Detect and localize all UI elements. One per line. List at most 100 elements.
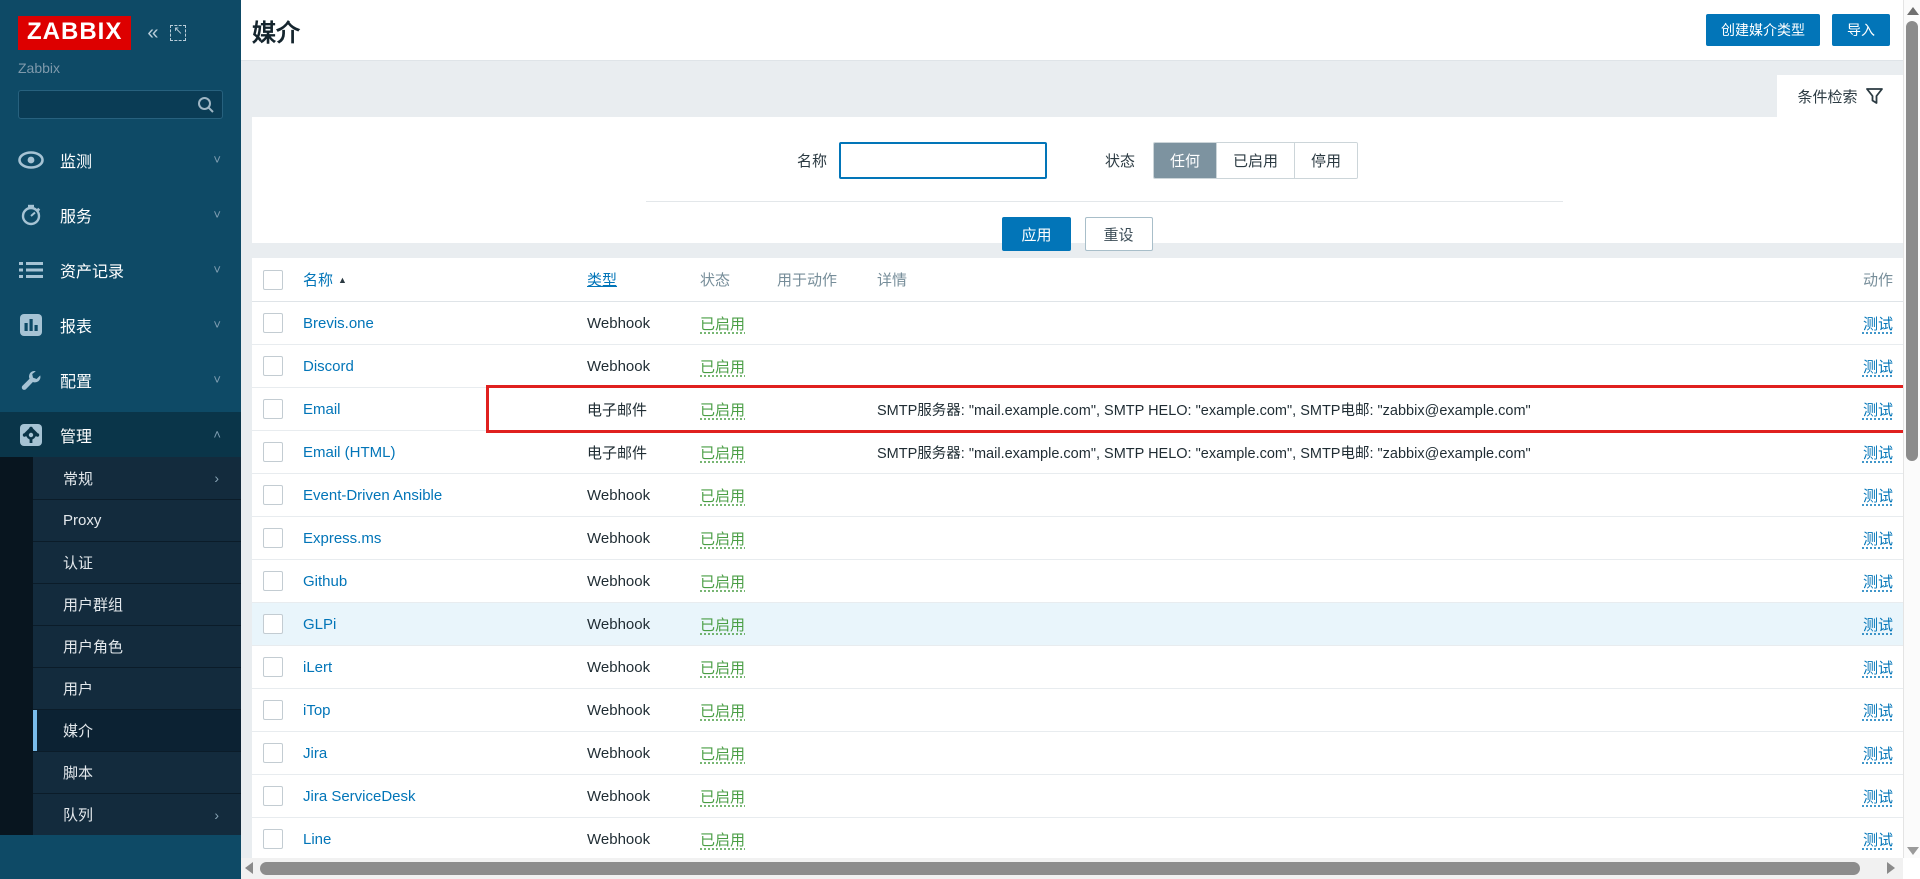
test-action-link[interactable]: 测试 — [1863, 574, 1893, 591]
sidebar-item-user-roles[interactable]: 用户角色 — [33, 625, 241, 667]
column-header-type[interactable]: 类型 — [587, 272, 617, 289]
row-checkbox[interactable] — [263, 700, 283, 720]
submenu-label: 常规 — [63, 468, 93, 489]
test-action-link[interactable]: 测试 — [1863, 746, 1893, 763]
select-all-checkbox[interactable] — [263, 270, 283, 290]
row-checkbox[interactable] — [263, 786, 283, 806]
media-type-name-link[interactable]: Jira — [303, 745, 327, 762]
status-enabled-link[interactable]: 已启用 — [700, 488, 745, 505]
sidebar-item-users[interactable]: 用户 — [33, 667, 241, 709]
vertical-scrollbar[interactable] — [1903, 0, 1920, 879]
test-action-link[interactable]: 测试 — [1863, 531, 1893, 548]
horizontal-scrollbar[interactable] — [241, 858, 1903, 879]
test-action-link[interactable]: 测试 — [1863, 703, 1893, 720]
sidebar-item-reports[interactable]: 报表 ˅ — [0, 302, 241, 347]
scroll-down-icon[interactable] — [1907, 847, 1919, 855]
test-action-link[interactable]: 测试 — [1863, 488, 1893, 505]
scroll-up-icon[interactable] — [1907, 7, 1919, 15]
horizontal-scroll-thumb[interactable] — [260, 862, 1860, 875]
status-enabled-link[interactable]: 已启用 — [700, 402, 745, 419]
row-checkbox[interactable] — [263, 829, 283, 849]
status-enabled-link[interactable]: 已启用 — [700, 660, 745, 677]
row-checkbox[interactable] — [263, 313, 283, 333]
reset-button[interactable]: 重设 — [1085, 217, 1153, 251]
vertical-scroll-thumb[interactable] — [1906, 21, 1918, 461]
test-action-link[interactable]: 测试 — [1863, 445, 1893, 462]
zabbix-logo[interactable]: ZABBIX — [18, 16, 131, 50]
row-checkbox[interactable] — [263, 614, 283, 634]
sidebar-item-label: 服务 — [60, 203, 92, 227]
sidebar-search[interactable] — [18, 90, 223, 119]
sidebar-item-configuration[interactable]: 配置 ˅ — [0, 357, 241, 402]
status-enabled-link[interactable]: 已启用 — [700, 789, 745, 806]
sidebar-item-queue[interactable]: 队列 › — [33, 793, 241, 835]
collapse-sidebar-icon[interactable]: « — [147, 23, 158, 43]
expand-window-icon[interactable] — [170, 25, 186, 41]
create-media-type-button[interactable]: 创建媒介类型 — [1706, 14, 1820, 46]
test-action-link[interactable]: 测试 — [1863, 316, 1893, 333]
sidebar-item-scripts[interactable]: 脚本 — [33, 751, 241, 793]
status-enabled-link[interactable]: 已启用 — [700, 832, 745, 849]
media-type-name-link[interactable]: Brevis.one — [303, 315, 374, 332]
media-type-name-link[interactable]: Email — [303, 401, 341, 418]
media-type-name-link[interactable]: Discord — [303, 358, 354, 375]
sidebar-item-proxy[interactable]: Proxy — [33, 499, 241, 541]
row-checkbox[interactable] — [263, 399, 283, 419]
filter-tab[interactable]: 条件检索 — [1777, 75, 1903, 118]
row-checkbox[interactable] — [263, 442, 283, 462]
wrench-icon — [18, 369, 44, 391]
media-type-name-link[interactable]: Github — [303, 573, 347, 590]
status-enabled-link[interactable]: 已启用 — [700, 445, 745, 462]
search-input[interactable] — [19, 91, 222, 118]
status-option-any[interactable]: 任何 — [1154, 143, 1216, 178]
media-type-name-link[interactable]: iLert — [303, 659, 332, 676]
media-type-name-link[interactable]: Event-Driven Ansible — [303, 487, 442, 504]
sidebar-item-inventory[interactable]: 资产记录 ˅ — [0, 247, 241, 292]
row-checkbox[interactable] — [263, 571, 283, 591]
sidebar-item-authentication[interactable]: 认证 — [33, 541, 241, 583]
name-filter-input[interactable] — [839, 142, 1047, 179]
sidebar-item-user-groups[interactable]: 用户群组 — [33, 583, 241, 625]
row-checkbox[interactable] — [263, 485, 283, 505]
table-row: Jira ServiceDesk Webhook 已启用 测试 — [252, 775, 1903, 818]
media-type-name-link[interactable]: iTop — [303, 702, 331, 719]
test-action-link[interactable]: 测试 — [1863, 402, 1893, 419]
media-type-name-link[interactable]: GLPi — [303, 616, 336, 633]
media-type-name-link[interactable]: Express.ms — [303, 530, 381, 547]
status-enabled-link[interactable]: 已启用 — [700, 359, 745, 376]
column-header-name[interactable]: 名称 — [303, 272, 333, 289]
row-checkbox[interactable] — [263, 356, 283, 376]
search-icon[interactable] — [197, 96, 215, 114]
sidebar-item-general[interactable]: 常规 › — [33, 457, 241, 499]
import-button[interactable]: 导入 — [1832, 14, 1890, 46]
status-enabled-link[interactable]: 已启用 — [700, 574, 745, 591]
sidebar-item-monitoring[interactable]: 监测 ˅ — [0, 137, 241, 182]
test-action-link[interactable]: 测试 — [1863, 660, 1893, 677]
status-enabled-link[interactable]: 已启用 — [700, 617, 745, 634]
status-enabled-link[interactable]: 已启用 — [700, 746, 745, 763]
sidebar-item-administration[interactable]: 管理 ˄ — [0, 412, 241, 457]
test-action-link[interactable]: 测试 — [1863, 359, 1893, 376]
sidebar-item-services[interactable]: 服务 ˅ — [0, 192, 241, 237]
status-enabled-link[interactable]: 已启用 — [700, 703, 745, 720]
status-enabled-link[interactable]: 已启用 — [700, 531, 745, 548]
test-action-link[interactable]: 测试 — [1863, 789, 1893, 806]
chevron-down-icon: ˅ — [213, 152, 221, 167]
main-nav: 监测 ˅ 服务 ˅ 资产记录 ˅ 报表 ˅ — [0, 137, 241, 835]
sidebar-item-media-types[interactable]: 媒介 — [33, 709, 241, 751]
apply-button[interactable]: 应用 — [1002, 217, 1070, 251]
scroll-left-icon[interactable] — [245, 862, 253, 874]
media-type-name-link[interactable]: Email (HTML) — [303, 444, 396, 461]
scroll-right-icon[interactable] — [1887, 862, 1895, 874]
media-type-name-link[interactable]: Line — [303, 831, 331, 848]
status-option-enabled[interactable]: 已启用 — [1216, 143, 1294, 178]
bar-chart-icon — [18, 314, 44, 336]
row-checkbox[interactable] — [263, 743, 283, 763]
test-action-link[interactable]: 测试 — [1863, 832, 1893, 849]
row-checkbox[interactable] — [263, 657, 283, 677]
status-enabled-link[interactable]: 已启用 — [700, 316, 745, 333]
row-checkbox[interactable] — [263, 528, 283, 548]
test-action-link[interactable]: 测试 — [1863, 617, 1893, 634]
status-option-disabled[interactable]: 停用 — [1294, 143, 1357, 178]
media-type-name-link[interactable]: Jira ServiceDesk — [303, 788, 416, 805]
